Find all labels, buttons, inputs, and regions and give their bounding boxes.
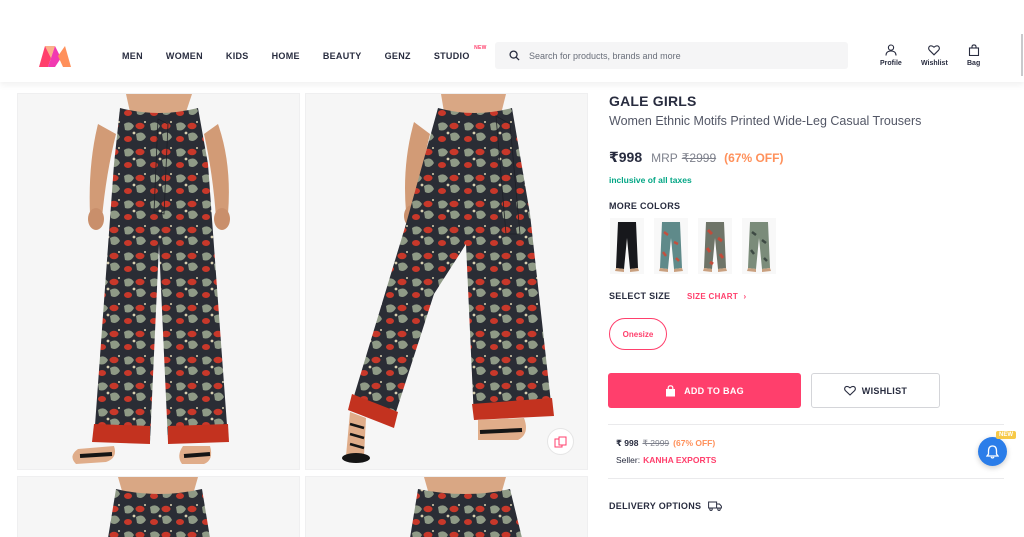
delivery-options-label: DELIVERY OPTIONS	[609, 501, 702, 511]
color-swatch-sage-print[interactable]	[742, 218, 776, 274]
mrp-price: ₹2999	[681, 151, 717, 165]
heart-icon	[843, 385, 856, 396]
wishlist-label: Wishlist	[921, 60, 948, 67]
profile-button[interactable]: Profile	[880, 44, 902, 67]
bell-icon	[986, 444, 999, 459]
product-name: Women Ethnic Motifs Printed Wide-Leg Cas…	[609, 114, 922, 128]
nav-kids[interactable]: KIDS	[226, 51, 249, 61]
nav-men[interactable]: MEN	[122, 51, 143, 61]
price-row: ₹998 MRP ₹2999 (67% OFF)	[609, 149, 783, 166]
seller-name-link[interactable]: KANHA EXPORTS	[643, 455, 716, 465]
heart-icon	[928, 45, 941, 56]
bag-icon	[968, 44, 979, 56]
notification-bell-button[interactable]	[978, 437, 1007, 466]
nav-home[interactable]: HOME	[272, 51, 300, 61]
more-colors-heading: MORE COLORS	[609, 201, 681, 211]
profile-label: Profile	[880, 60, 902, 67]
product-brand: GALE GIRLS	[609, 93, 697, 109]
tax-note: inclusive of all taxes	[609, 175, 692, 185]
bag-label: Bag	[967, 60, 981, 67]
nav-beauty[interactable]: BEAUTY	[323, 51, 362, 61]
seller-selling-price: ₹ 998	[616, 438, 639, 448]
product-image-third[interactable]	[17, 476, 300, 537]
size-chart-label: SIZE CHART	[687, 292, 738, 301]
mrp-label: MRP	[651, 151, 678, 165]
profile-icon	[885, 44, 897, 56]
wishlist-button-label: WISHLIST	[861, 385, 908, 396]
view-similar-button[interactable]	[547, 428, 574, 455]
delivery-options-heading: DELIVERY OPTIONS	[609, 501, 723, 511]
selling-price: ₹998	[609, 149, 643, 165]
seller-label: Seller:	[616, 455, 641, 465]
seller-mrp: ₹ 2999	[642, 438, 670, 448]
seller-discount: (67% OFF)	[673, 438, 716, 448]
product-image-fourth[interactable]	[305, 476, 588, 537]
main-nav: MEN WOMEN KIDS HOME BEAUTY GENZ STUDIO N…	[122, 45, 493, 61]
discount-percent: (67% OFF)	[724, 151, 784, 165]
scrollbar-edge	[1021, 34, 1023, 76]
bag-icon	[666, 384, 676, 396]
seller-offer-price: ₹ 998 ₹ 2999 (67% OFF)	[616, 438, 715, 449]
search-bar[interactable]	[495, 42, 848, 69]
nav-women[interactable]: WOMEN	[166, 51, 203, 61]
product-image-side[interactable]	[305, 93, 588, 470]
color-swatch-rust-print[interactable]	[698, 218, 732, 274]
nav-studio-label: STUDIO	[433, 51, 470, 61]
nav-new-badge: NEW	[474, 45, 487, 51]
size-chart-link[interactable]: SIZE CHART ›	[687, 292, 747, 301]
myntra-logo[interactable]	[38, 44, 72, 68]
bag-button[interactable]: Bag	[967, 44, 980, 67]
color-swatch-black[interactable]	[610, 218, 644, 274]
product-image-front[interactable]	[17, 93, 300, 470]
seller-info: Seller: KANHA EXPORTS	[616, 455, 716, 465]
wishlist-button[interactable]: WISHLIST	[811, 373, 940, 408]
top-header: MEN WOMEN KIDS HOME BEAUTY GENZ STUDIO N…	[0, 0, 1024, 82]
search-icon[interactable]	[501, 50, 527, 61]
select-size-heading: SELECT SIZE	[609, 291, 671, 301]
similar-icon	[554, 436, 566, 447]
add-to-bag-label: ADD TO BAG	[684, 385, 744, 396]
notification-new-badge: NEW	[996, 431, 1016, 439]
nav-genz[interactable]: GENZ	[385, 51, 411, 61]
search-input[interactable]	[529, 50, 829, 61]
add-to-bag-button[interactable]: ADD TO BAG	[608, 373, 801, 408]
divider	[608, 424, 1004, 425]
color-swatch-teal-print[interactable]	[654, 218, 688, 274]
divider	[608, 478, 1004, 479]
chevron-right-icon: ›	[743, 292, 747, 301]
wishlist-header-button[interactable]: Wishlist	[921, 44, 948, 67]
size-onesize-button[interactable]: Onesize	[609, 318, 667, 350]
nav-studio[interactable]: STUDIO NEW	[433, 45, 487, 61]
truck-icon	[708, 501, 723, 511]
